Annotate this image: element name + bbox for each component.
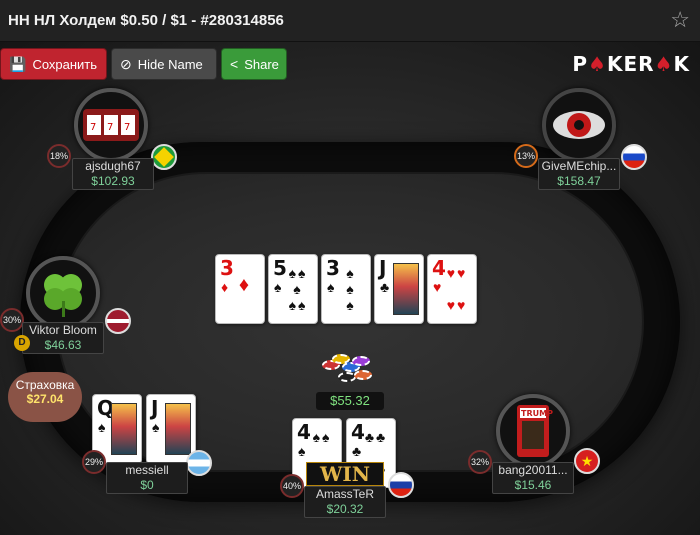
- insurance-amount: $27.04: [26, 392, 64, 406]
- player-stack: $15.46: [514, 478, 552, 492]
- nameplate-bang20011: bang20011... $15.46: [492, 462, 574, 494]
- hero-card-2-suit: ♣: [352, 443, 362, 459]
- board-card-5-suit: ♥: [433, 279, 442, 295]
- board-card-5: 4 ♥ ♥♥ ♥♥: [427, 254, 477, 324]
- avatar-viktor-bloom[interactable]: [26, 256, 100, 330]
- board-card-3-suit: ♠: [327, 279, 335, 295]
- hide-name-label: Hide Name: [137, 56, 203, 72]
- trump-card-icon: TRUMP: [517, 405, 553, 457]
- red-eye-icon: [553, 111, 605, 139]
- queen-face-art: [111, 403, 137, 455]
- board-card-1-suit: ♦: [221, 279, 229, 295]
- brazil-flag-icon: [151, 144, 177, 170]
- insurance-label: Страховка: [15, 378, 75, 392]
- title-bar: НН НЛ Холдем $0.50 / $1 - #280314856 ☆: [0, 0, 700, 42]
- player-stack: $20.32: [326, 502, 364, 516]
- equity-badge: 30%: [0, 308, 24, 332]
- equity-badge: 40%: [280, 474, 304, 498]
- eye-slash-icon: ⊘: [120, 56, 132, 72]
- board-card-2: 5 ♠ ♠♠ ♠ ♠♠: [268, 254, 318, 324]
- share-icon: <: [230, 56, 239, 72]
- board-card-3-pips: ♠ ♠ ♠: [346, 265, 356, 313]
- jack-face-art: [165, 403, 191, 455]
- share-button[interactable]: < Share: [221, 48, 287, 80]
- equity-badge: 32%: [468, 450, 492, 474]
- equity-badge: 13%: [514, 144, 538, 168]
- player-name: messiell: [125, 463, 169, 477]
- nameplate-ajsdugh67: ajsdugh67 $102.93: [72, 158, 154, 190]
- pokerok-logo: P♠KER♠K: [572, 52, 690, 76]
- nameplate-amasster: AmassTeR $20.32: [304, 486, 386, 518]
- player-name: ajsdugh67: [85, 159, 141, 173]
- player-stack: $102.93: [91, 174, 135, 188]
- svg-text:7: 7: [107, 122, 113, 133]
- nameplate-givemechip: GiveMEchip... $158.47: [538, 158, 620, 190]
- equity-badge: 29%: [82, 450, 106, 474]
- player-name: GiveMEchip...: [541, 159, 617, 173]
- star-icon[interactable]: ☆: [670, 9, 690, 31]
- svg-text:7: 7: [90, 122, 96, 133]
- player-name: AmassTeR: [315, 487, 374, 501]
- dealer-button: D: [14, 335, 30, 351]
- equity-badge: 18%: [47, 144, 71, 168]
- jack-face-art: [393, 263, 419, 315]
- board-card-4-rank: J: [379, 256, 387, 280]
- hole-card-2-rank: J: [151, 396, 159, 420]
- avatar-ajsdugh67[interactable]: 777: [74, 88, 148, 162]
- svg-text:7: 7: [124, 122, 130, 133]
- board-card-5-pips: ♥♥ ♥♥: [446, 265, 468, 313]
- window-title: НН НЛ Холдем $0.50 / $1 - #280314856: [8, 12, 284, 29]
- board-card-2-pips: ♠♠ ♠ ♠♠: [288, 265, 308, 313]
- pot-amount: $55.32: [316, 392, 384, 410]
- board-card-1-pips: ♦: [238, 274, 252, 296]
- board-card-4: J ♣: [374, 254, 424, 324]
- russia-flag-icon: [388, 472, 414, 498]
- hero-card-1-suit: ♠: [298, 443, 306, 459]
- clover-icon: [44, 274, 82, 317]
- slovenia-flag-icon: [621, 144, 647, 170]
- argentina-flag-icon: [186, 450, 212, 476]
- floppy-icon: 💾: [9, 56, 27, 72]
- svg-text:TRUMP: TRUMP: [521, 409, 553, 418]
- win-badge: WIN: [306, 462, 384, 486]
- hide-name-button[interactable]: ⊘ Hide Name: [111, 48, 217, 80]
- board-card-2-suit: ♠: [274, 279, 282, 295]
- board-card-1: 3 ♦ ♦: [215, 254, 265, 324]
- vietnam-flag-icon: ★: [574, 448, 600, 474]
- avatar-bang20011[interactable]: TRUMP: [496, 394, 570, 468]
- pot-chips-icon: [318, 352, 378, 390]
- player-name: bang20011...: [498, 463, 568, 477]
- save-button[interactable]: 💾 Сохранить: [0, 48, 107, 80]
- hole-card-2-suit: ♠: [152, 419, 160, 435]
- hole-card-1-suit: ♠: [98, 419, 106, 435]
- save-button-label: Сохранить: [32, 56, 98, 72]
- slot-machine-icon: 777: [83, 109, 139, 141]
- player-name: Viktor Bloom: [29, 323, 97, 337]
- board-card-3: 3 ♠ ♠ ♠ ♠: [321, 254, 371, 324]
- replay-stage: 💾 Сохранить ⊘ Hide Name < Share P♠KER♠K …: [0, 42, 700, 535]
- nameplate-viktor-bloom: Viktor Bloom $46.63: [22, 322, 104, 354]
- latvia-flag-icon: [105, 308, 131, 334]
- nameplate-messiell: messiell $0: [106, 462, 188, 494]
- insurance-bubble: Страховка $27.04: [8, 372, 82, 422]
- player-stack: $0: [140, 478, 154, 492]
- player-stack: $158.47: [557, 174, 601, 188]
- avatar-givemechip[interactable]: [542, 88, 616, 162]
- player-stack: $46.63: [44, 338, 82, 352]
- board-card-4-suit: ♣: [380, 279, 390, 295]
- share-label: Share: [244, 56, 279, 72]
